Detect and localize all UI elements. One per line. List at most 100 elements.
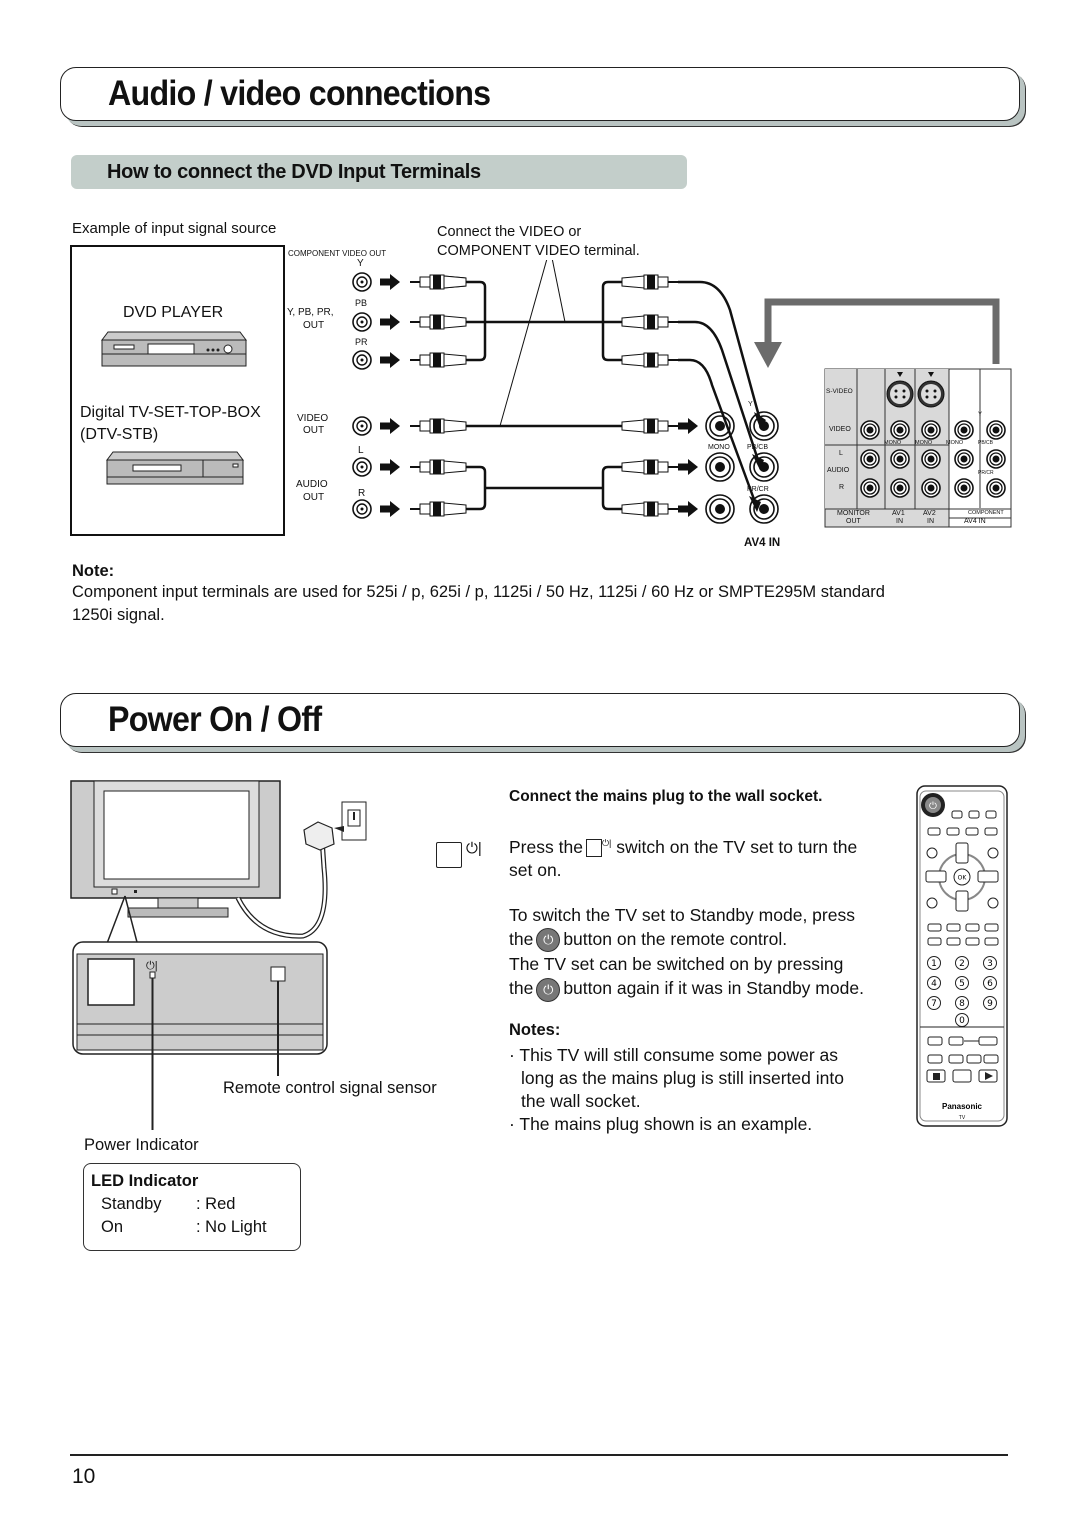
note-line-1: Component input terminals are used for 5…	[72, 583, 885, 601]
power-indicator-label: Power Indicator	[84, 1136, 199, 1154]
panel-av4-in: AV4 IN	[964, 518, 986, 525]
remote-control-illustration: ⏻ OK 1 2 3 4 5 6 7 8 9 0 Panasonic TV	[916, 785, 1008, 1127]
section-title-av: Audio / video connections	[108, 74, 491, 113]
remote-brand-label: Panasonic	[942, 1102, 983, 1111]
remote-digit-label: 7	[931, 999, 937, 1009]
led-value-standby: : Red	[196, 1195, 236, 1213]
panel-av1-in: IN	[896, 518, 903, 525]
video-out-label-2: OUT	[303, 425, 325, 436]
para2-line4-after: button again if it was in Standby mode.	[563, 978, 864, 999]
subsection-title: How to connect the DVD Input Terminals	[107, 161, 481, 183]
remote-model-label: TV	[959, 1115, 966, 1121]
ypbpr-out-label-1: Y, PB, PR,	[287, 307, 334, 318]
callout-line2: COMPONENT VIDEO terminal.	[437, 243, 640, 259]
remote-digit-label: 1	[931, 959, 937, 969]
ypbpr-out-label-2: OUT	[303, 320, 325, 331]
panel-mono-av1: MONO	[884, 440, 902, 446]
stb-label-line1: Digital TV-SET-TOP-BOX	[80, 404, 261, 421]
panel-av2-in: IN	[927, 518, 934, 525]
av4-in-label: AV4 IN	[744, 537, 781, 549]
para1-before: Press the	[509, 836, 583, 857]
note-1-line-1: This TV will still consume some power as	[519, 1045, 839, 1065]
source-device-box	[70, 245, 285, 536]
note-1-line-3: the wall socket.	[521, 1091, 641, 1111]
panel-y-label: Y	[978, 412, 983, 418]
para2-line1: To switch the TV set to Standby mode, pr…	[509, 905, 855, 925]
led-state-on: On	[101, 1218, 124, 1236]
led-heading: LED Indicator	[91, 1172, 199, 1190]
led-state-standby: Standby	[101, 1195, 162, 1213]
subsection-bar: How to connect the DVD Input Terminals	[71, 155, 687, 189]
page-number: 10	[72, 1465, 96, 1488]
stb-label-line2: (DTV-STB)	[80, 426, 159, 443]
switch-inline-symbol: ⏻|	[601, 838, 612, 848]
para1-line2: set on.	[509, 859, 562, 880]
remote-power-icon: ⏻	[536, 928, 561, 953]
panel-monitor-label: MONITOR	[837, 510, 870, 517]
power-switch-icon	[436, 842, 462, 868]
panel-l-label: L	[839, 450, 843, 457]
note-heading: Note:	[72, 562, 115, 580]
remote-sensor-label: Remote control signal sensor	[223, 1079, 437, 1097]
notes-list: · This TV will still consume some power …	[509, 1044, 844, 1136]
audio-out-label-1: AUDIO	[296, 479, 328, 490]
panel-audio-label: AUDIO	[827, 467, 850, 474]
prcr-terminal-label: PR/CR	[747, 486, 769, 493]
para2-line3: The TV set can be switched on by pressin…	[509, 954, 844, 975]
remote-digit-label: 6	[987, 979, 993, 989]
pbcb-terminal-label: PB/CB	[747, 444, 769, 451]
panel-av2-label: AV2	[923, 510, 936, 517]
para2-line2-after: button on the remote control.	[563, 929, 788, 949]
instruction-para2: To switch the TV set to Standby mode, pr…	[509, 903, 864, 1002]
panel-r-label: R	[839, 484, 845, 491]
note-1-line-2: long as the mains plug is still inserted…	[521, 1068, 844, 1088]
panel-pbcb-label: PB/CB	[978, 440, 994, 446]
note-item-2: · The mains plug shown is an example.	[509, 1114, 813, 1134]
component-video-out-label: COMPONENT VIDEO OUT	[288, 249, 387, 258]
dvd-player-label: DVD PLAYER	[123, 304, 224, 321]
note-item-1: · This TV will still consume some power …	[509, 1045, 844, 1111]
led-indicator-box: LED Indicator Standby : Red On : No Ligh…	[83, 1163, 301, 1251]
mono-terminal-label: MONO	[708, 444, 730, 451]
remote-digit-label: 2	[959, 959, 965, 969]
led-value-on: : No Light	[196, 1218, 267, 1236]
remote-ok-label: OK	[958, 875, 968, 882]
notes-heading: Notes:	[509, 1021, 561, 1039]
y-terminal-label: Y	[748, 401, 753, 408]
panel-mono-av4: MONO	[946, 440, 964, 446]
para2-line2-before: the	[509, 929, 534, 949]
callout-line1: Connect the VIDEO or	[437, 224, 582, 240]
section-title-power: Power On / Off	[108, 700, 322, 739]
instruction-heading: Connect the mains plug to the wall socke…	[509, 788, 823, 805]
panel-video-label: VIDEO	[829, 426, 851, 433]
note-2-line-1: The mains plug shown is an example.	[519, 1114, 813, 1134]
remote-digit-label: 0	[959, 1016, 965, 1026]
section-banner-av: Audio / video connections	[60, 67, 1020, 121]
panel-av1-label: AV1	[892, 510, 905, 517]
power-switch-symbol: ⏻|	[466, 840, 482, 857]
panel-svideo-label: S-VIDEO	[826, 388, 853, 395]
para1-after: switch on the TV set to turn the	[616, 836, 858, 857]
instruction-para1: Press the ⏻| switch on the TV set to turn…	[509, 832, 857, 882]
video-out-label-1: VIDEO	[297, 413, 329, 424]
panel-component-label: COMPONENT	[968, 510, 1004, 516]
source-label: Example of input signal source	[72, 220, 277, 237]
set-top-box-icon	[106, 451, 244, 485]
audio-out-label-2: OUT	[303, 492, 325, 503]
panel-mono-av2: MONO	[915, 440, 933, 446]
panel-monitor-out: OUT	[846, 518, 861, 525]
para2-line4-before: the	[509, 978, 534, 999]
note-line-2: 1250i signal.	[72, 606, 165, 624]
remote-digit-label: 5	[959, 979, 965, 989]
remote-digit-label: 4	[931, 979, 937, 989]
switch-inline-icon	[585, 839, 602, 858]
panel-prcr-label: PR/CR	[978, 470, 994, 476]
remote-digit-label: 9	[987, 999, 993, 1009]
remote-digit-label: 8	[959, 999, 965, 1009]
footer-rule	[70, 1454, 1008, 1456]
remote-power-icon-2: ⏻	[536, 977, 561, 1002]
svg-text:⏻: ⏻	[929, 801, 937, 812]
remote-digit-label: 3	[987, 959, 993, 969]
panel-power-symbol: ⏻|	[146, 960, 158, 972]
dvd-player-icon	[101, 331, 247, 367]
